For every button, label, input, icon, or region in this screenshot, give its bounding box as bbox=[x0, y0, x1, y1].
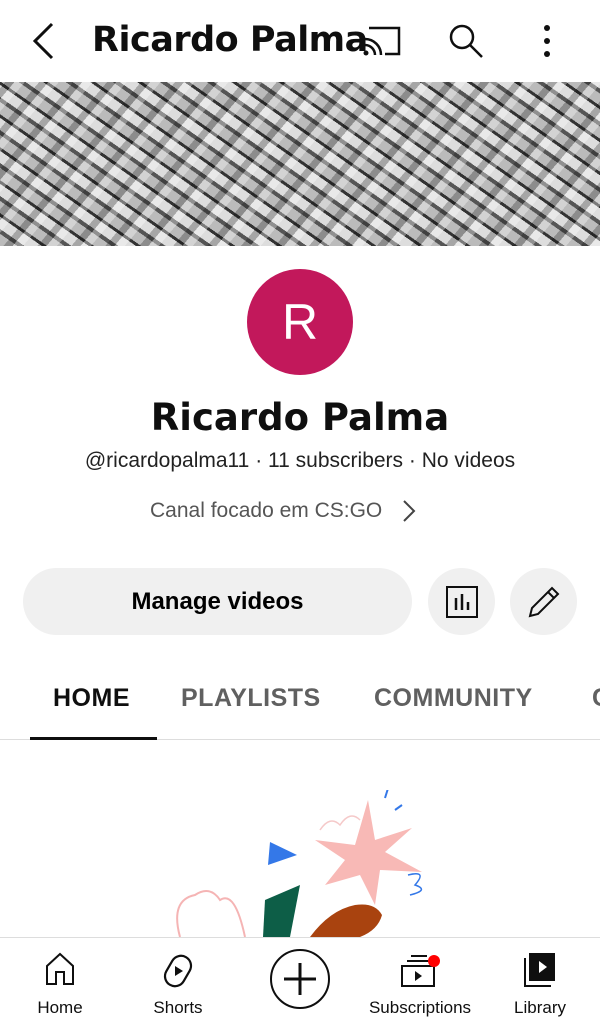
bottom-nav: Home Shorts Subscriptions Library bbox=[0, 937, 600, 1026]
nav-label: Home bbox=[37, 998, 83, 1017]
subscriber-count: 11 subscribers bbox=[268, 449, 404, 472]
search-icon[interactable] bbox=[447, 22, 485, 60]
nav-label: Library bbox=[514, 998, 566, 1017]
subscriptions-icon bbox=[401, 955, 440, 987]
nav-subscriptions[interactable]: Subscriptions bbox=[355, 938, 485, 1027]
notification-dot bbox=[428, 955, 440, 967]
nav-label: Subscriptions bbox=[368, 998, 472, 1017]
separator: · bbox=[408, 449, 416, 472]
create-button[interactable] bbox=[260, 938, 340, 1027]
channel-name: Ricardo Palma bbox=[150, 396, 450, 439]
home-icon bbox=[46, 952, 74, 985]
analytics-icon bbox=[445, 585, 478, 618]
library-icon bbox=[524, 953, 555, 987]
separator: · bbox=[255, 449, 263, 472]
edit-button[interactable] bbox=[510, 568, 577, 635]
chevron-right-icon bbox=[403, 500, 416, 522]
back-icon[interactable] bbox=[30, 22, 56, 60]
manage-videos-button[interactable]: Manage videos bbox=[23, 568, 412, 635]
nav-home[interactable]: Home bbox=[20, 938, 100, 1027]
top-bar: Ricardo Palma bbox=[0, 0, 600, 82]
video-count: No videos bbox=[421, 449, 516, 472]
channel-meta: @ricardopalma11 · 11 subscribers · No vi… bbox=[0, 449, 600, 473]
analytics-button[interactable] bbox=[428, 568, 495, 635]
nav-label: Shorts bbox=[153, 998, 203, 1017]
description-text: Canal focado em CS:GO bbox=[150, 499, 383, 522]
active-tab-indicator bbox=[30, 737, 157, 740]
more-icon[interactable] bbox=[540, 24, 554, 58]
empty-state-illustration bbox=[176, 790, 423, 937]
channel-banner bbox=[0, 82, 600, 246]
channel-tabs: HOME PLAYLISTS COMMUNITY C bbox=[0, 662, 600, 740]
tab-community[interactable]: COMMUNITY bbox=[374, 684, 533, 713]
shorts-icon bbox=[163, 954, 193, 988]
nav-shorts[interactable]: Shorts bbox=[138, 938, 218, 1027]
avatar[interactable]: R bbox=[247, 269, 353, 375]
cast-icon[interactable] bbox=[363, 25, 403, 57]
plus-icon bbox=[270, 949, 330, 1009]
channel-description[interactable]: Canal focado em CS:GO bbox=[150, 499, 416, 523]
tab-playlists[interactable]: PLAYLISTS bbox=[181, 684, 321, 713]
channel-handle: @ricardopalma11 bbox=[84, 449, 250, 472]
pencil-icon bbox=[528, 586, 559, 617]
page-title: Ricardo Palma bbox=[92, 20, 368, 60]
tab-channels[interactable]: C bbox=[592, 684, 600, 713]
tab-home[interactable]: HOME bbox=[53, 684, 130, 713]
nav-library[interactable]: Library bbox=[500, 938, 580, 1027]
